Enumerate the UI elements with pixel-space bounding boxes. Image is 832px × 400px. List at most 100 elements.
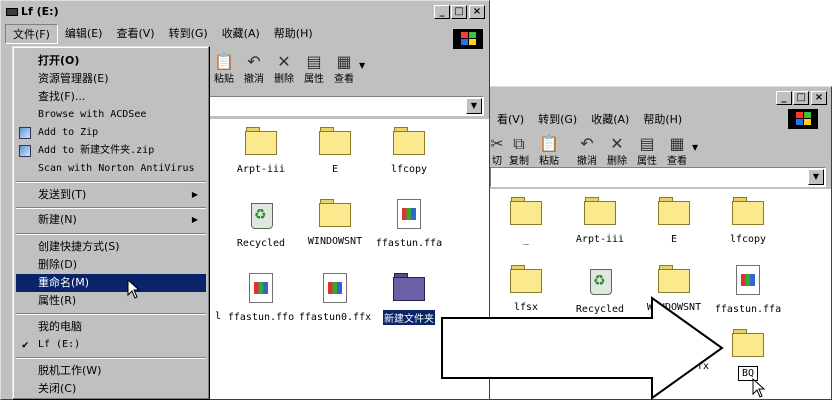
menu-item-properties[interactable]: 属性(R)	[16, 292, 206, 310]
minimize-button[interactable]: _	[776, 91, 792, 105]
document-icon	[249, 273, 273, 303]
menu-help[interactable]: 帮助(H)	[636, 110, 689, 130]
cut-icon: ✂	[490, 134, 504, 153]
copy-icon: ⧉	[513, 134, 525, 153]
paste-button[interactable]: 📋 粘贴	[209, 51, 239, 91]
title-bar[interactable]: _ □ ×	[492, 89, 829, 107]
menu-help[interactable]: 帮助(H)	[267, 24, 320, 44]
address-bar[interactable]: ▼	[490, 167, 826, 187]
file-item[interactable]: E	[295, 127, 375, 175]
menu-item-find[interactable]: 查找(F)...	[16, 88, 206, 106]
menu-item-browse-acdsee[interactable]: Browse with ACDSee	[16, 106, 206, 124]
menu-go[interactable]: 转到(G)	[531, 110, 584, 130]
file-item[interactable]: E	[634, 197, 714, 245]
folder-icon	[319, 199, 351, 227]
close-button[interactable]: ×	[469, 5, 485, 19]
menu-go[interactable]: 转到(G)	[162, 24, 215, 44]
menu-item-add-to-zip[interactable]: Add to Zip	[16, 124, 206, 142]
file-item[interactable]: ffastun.ffa	[369, 199, 449, 249]
recycle-bin-icon	[248, 199, 274, 229]
windows-logo-icon	[788, 109, 818, 129]
address-bar[interactable]: ▼	[201, 96, 484, 116]
file-item-selected[interactable]: 新建文件夹	[369, 273, 449, 325]
menu-bar: 文件(F) 编辑(E) 查看(V) 转到(G) 收藏(A) 帮助(H)	[5, 23, 485, 45]
document-icon	[323, 273, 347, 303]
chevron-down-icon[interactable]: ▼	[808, 169, 824, 185]
menu-item-my-computer[interactable]: 我的电脑	[16, 318, 206, 336]
maximize-button[interactable]: □	[793, 91, 809, 105]
file-item[interactable]: Arpt-iii	[560, 197, 640, 245]
folder-icon	[510, 197, 542, 225]
mouse-pointer-icon	[127, 279, 141, 299]
menu-separator	[16, 233, 206, 235]
folder-icon	[245, 127, 277, 155]
menu-view[interactable]: 看(V)	[490, 110, 531, 130]
delete-icon: ✕	[610, 134, 624, 153]
menu-edit[interactable]: 编辑(E)	[58, 24, 110, 44]
menu-item-delete[interactable]: 删除(D)	[16, 256, 206, 274]
paste-icon: 📋	[539, 134, 559, 153]
properties-icon: ▤	[306, 52, 322, 71]
folder-icon	[658, 197, 690, 225]
menu-favorites[interactable]: 收藏(A)	[215, 24, 267, 44]
menu-item-close[interactable]: 关闭(C)	[16, 380, 206, 398]
delete-button[interactable]: ✕ 删除	[269, 51, 299, 91]
menu-favorites[interactable]: 收藏(A)	[584, 110, 636, 130]
file-item[interactable]: lfcopy	[369, 127, 449, 175]
folder-icon	[584, 197, 616, 225]
menu-item-norton-scan[interactable]: Scan with Norton AntiVirus	[16, 160, 206, 178]
folder-icon	[393, 273, 425, 301]
document-icon	[736, 265, 760, 295]
properties-icon: ▤	[639, 134, 655, 153]
file-item[interactable]: Arpt-iii	[221, 127, 301, 175]
file-item[interactable]: WINDOWSNT	[295, 199, 375, 247]
menu-item-create-shortcut[interactable]: 创建快捷方式(S)	[16, 238, 206, 256]
views-icon: ▦	[336, 52, 352, 71]
menu-bar: 看(V) 转到(G) 收藏(A) 帮助(H)	[490, 109, 827, 131]
undo-icon: ↶	[247, 52, 261, 71]
menu-item-add-to-named-zip[interactable]: Add to 新建文件夹.zip	[16, 142, 206, 160]
document-icon	[397, 199, 421, 229]
toolbar: 📋 粘贴 ↶ 撤消 ✕ 删除 ▤ 属性 ▦ 查看 ▼	[209, 51, 365, 91]
menu-separator	[16, 181, 206, 183]
delete-icon: ✕	[277, 52, 291, 71]
window-title: Lf (E:)	[21, 5, 59, 18]
menu-item-send-to[interactable]: 发送到(T) ▶	[16, 186, 206, 204]
submenu-arrow-icon: ▶	[191, 215, 198, 224]
maximize-button[interactable]: □	[451, 5, 467, 19]
file-item[interactable]: lfcopy	[708, 197, 788, 245]
properties-button[interactable]: ▤ 属性	[299, 51, 329, 91]
file-item[interactable]: _	[490, 197, 566, 245]
menu-item-open[interactable]: 打开(O)	[16, 52, 206, 70]
menu-item-new[interactable]: 新建(N) ▶	[16, 211, 206, 229]
right-arrow-icon	[441, 296, 724, 400]
file-item[interactable]: Recycled	[221, 199, 301, 249]
folder-icon	[732, 197, 764, 225]
menu-view[interactable]: 查看(V)	[109, 24, 161, 44]
file-context-menu: 打开(O) 资源管理器(E) 查找(F)... Browse with ACDS…	[12, 46, 210, 400]
winzip-icon	[19, 145, 31, 157]
file-item[interactable]: ffastun.ffo	[221, 273, 301, 323]
windows-logo-icon	[453, 29, 483, 49]
title-bar[interactable]: Lf (E:) _ □ ×	[3, 3, 487, 21]
views-dropdown-icon[interactable]: ▼	[359, 51, 365, 70]
menu-item-work-offline[interactable]: 脱机工作(W)	[16, 362, 206, 380]
menu-separator	[16, 357, 206, 359]
menu-item-rename[interactable]: 重命名(M)	[16, 274, 206, 292]
undo-icon: ↶	[580, 134, 594, 153]
close-button[interactable]: ×	[811, 91, 827, 105]
menu-separator	[16, 313, 206, 315]
file-item[interactable]: ffastun0.ffx	[295, 273, 375, 323]
chevron-down-icon[interactable]: ▼	[466, 98, 482, 114]
undo-button[interactable]: ↶ 撤消	[239, 51, 269, 91]
submenu-arrow-icon: ▶	[191, 190, 198, 199]
winzip-icon	[19, 127, 31, 139]
views-button[interactable]: ▦ 查看	[329, 51, 359, 91]
views-dropdown-icon[interactable]: ▼	[692, 133, 698, 152]
menu-item-explore[interactable]: 资源管理器(E)	[16, 70, 206, 88]
folder-icon	[510, 265, 542, 293]
views-icon: ▦	[669, 134, 685, 153]
menu-file[interactable]: 文件(F)	[5, 24, 58, 44]
minimize-button[interactable]: _	[434, 5, 450, 19]
menu-item-drive-lf[interactable]: ✔ Lf (E:)	[16, 336, 206, 354]
